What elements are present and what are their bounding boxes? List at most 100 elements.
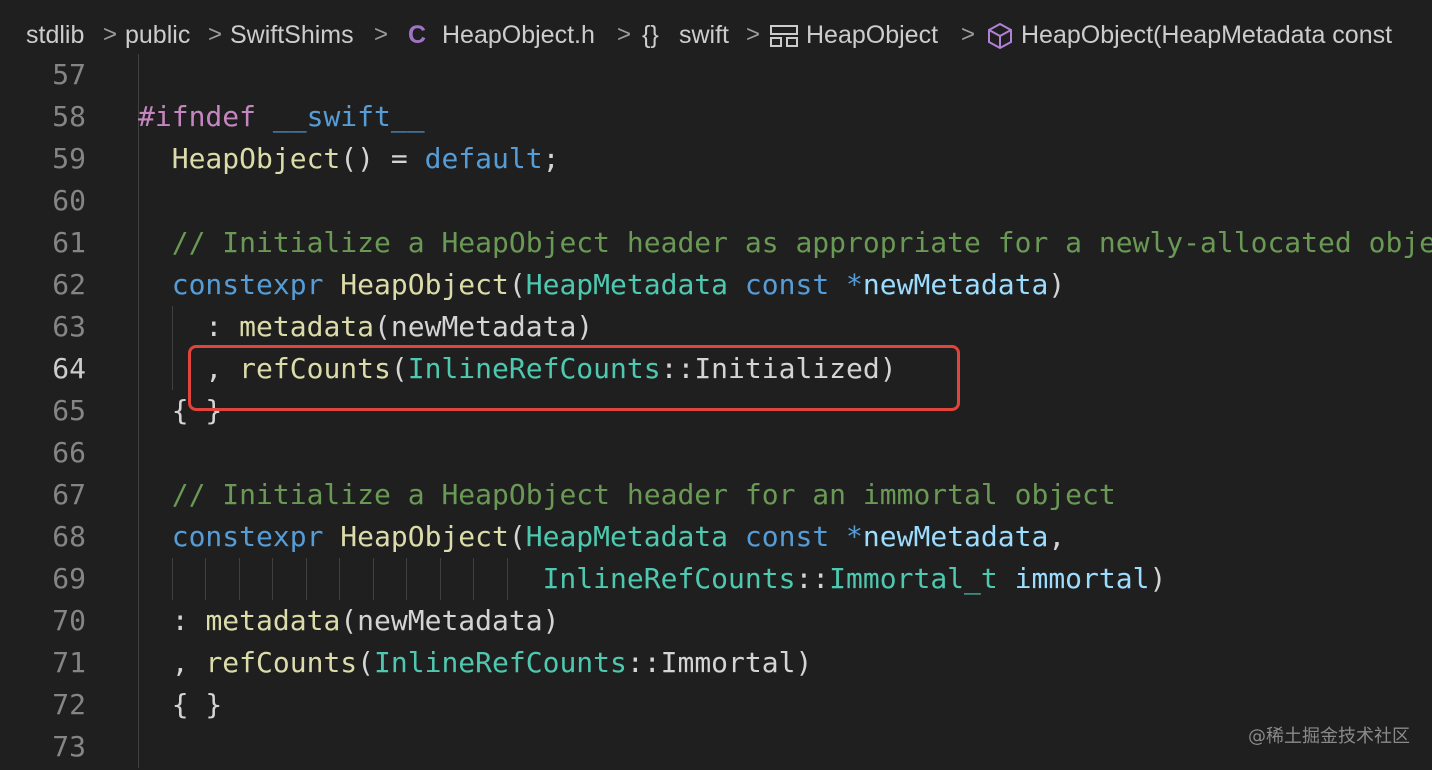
chevron-right-icon: >: [746, 21, 761, 48]
code-token: metadata: [205, 604, 341, 637]
line-number: 67: [52, 478, 86, 511]
line-number: 66: [52, 436, 86, 469]
code-token: newMetadata: [862, 520, 1049, 553]
chevron-right-icon: >: [961, 21, 976, 48]
breadcrumb-item-swiftshims[interactable]: SwiftShims: [230, 20, 354, 50]
code-token: HeapObject: [340, 520, 509, 553]
code-line[interactable]: 70 : metadata(newMetadata): [0, 600, 1432, 642]
code-text: , refCounts(InlineRefCounts::Immortal): [138, 642, 813, 684]
line-number: 72: [52, 688, 86, 721]
code-token: // Initialize a HeapObject header as app…: [171, 226, 1432, 259]
indent-guide: [138, 54, 139, 96]
code-token: const: [744, 268, 830, 301]
line-number: 68: [52, 520, 86, 553]
code-line[interactable]: 57: [0, 54, 1432, 96]
code-token: refCounts: [205, 646, 358, 679]
line-number: 63: [52, 310, 86, 343]
code-line[interactable]: 69 InlineRefCounts::Immortal_t immortal): [0, 558, 1432, 600]
code-token: newMetadata: [862, 268, 1049, 301]
code-text: // Initialize a HeapObject header as app…: [138, 222, 1432, 264]
line-number: 73: [52, 730, 86, 763]
code-line[interactable]: 62 constexpr HeapObject(HeapMetadata con…: [0, 264, 1432, 306]
chevron-right-icon: >: [208, 21, 223, 48]
watermark: @稀土掘金技术社区: [1248, 726, 1410, 747]
namespace-icon: {}: [642, 21, 659, 49]
code-token: immortal: [1014, 562, 1150, 595]
code-token: ::Immortal): [626, 646, 813, 679]
code-token: constexpr: [171, 268, 324, 301]
code-token: *: [846, 268, 863, 301]
line-number: 59: [52, 142, 86, 175]
code-line[interactable]: 73: [0, 726, 1432, 768]
code-line[interactable]: 72 { }: [0, 684, 1432, 726]
breadcrumb-item-swift[interactable]: swift: [679, 20, 729, 50]
code-token: InlineRefCounts: [542, 562, 796, 595]
code-text: // Initialize a HeapObject header for an…: [138, 474, 1116, 516]
code-token: () =: [340, 142, 425, 175]
code-token: ): [1149, 562, 1167, 595]
code-line[interactable]: 67 // Initialize a HeapObject header for…: [0, 474, 1432, 516]
code-token: ,: [138, 646, 206, 679]
code-token: metadata: [239, 310, 375, 343]
code-token: InlineRefCounts: [374, 646, 627, 679]
code-token: ;: [542, 142, 560, 175]
struct-icon: [770, 24, 798, 55]
code-token: const: [744, 520, 830, 553]
indent-guide: [138, 726, 139, 768]
code-token: :: [138, 310, 240, 343]
line-number: 64: [52, 352, 86, 385]
code-line[interactable]: 59 HeapObject() = default;: [0, 138, 1432, 180]
line-number: 70: [52, 604, 86, 637]
code-token: ::: [795, 562, 830, 595]
code-token: (newMetadata): [374, 310, 594, 343]
code-text: : metadata(newMetadata): [138, 306, 593, 348]
line-number: 71: [52, 646, 86, 679]
code-token: *: [846, 520, 863, 553]
code-text: constexpr HeapObject(HeapMetadata const …: [138, 264, 1065, 306]
code-text: InlineRefCounts::Immortal_t immortal): [138, 558, 1167, 600]
code-text: #ifndef __swift__: [138, 96, 425, 138]
code-token: constexpr: [171, 520, 324, 553]
chevron-right-icon: >: [374, 21, 389, 48]
code-line[interactable]: 60: [0, 180, 1432, 222]
code-line[interactable]: 58 #ifndef __swift__: [0, 96, 1432, 138]
breadcrumb-item-heapobject-h[interactable]: HeapObject.h: [442, 20, 595, 50]
code-text: { }: [138, 684, 223, 726]
code-token: default: [424, 142, 543, 175]
code-token: (: [357, 646, 375, 679]
breadcrumb-item-heapobject[interactable]: HeapObject: [806, 20, 938, 50]
code-token: HeapObject: [340, 268, 509, 301]
line-number: 69: [52, 562, 86, 595]
line-number: 65: [52, 394, 86, 427]
code-token: HeapMetadata: [525, 520, 729, 553]
indent-guide: [138, 180, 139, 222]
chevron-right-icon: >: [103, 21, 118, 48]
code-token: ): [1048, 268, 1066, 301]
code-editor[interactable]: 57 58 #ifndef __swift__ 59 HeapObject() = d…: [0, 54, 1432, 770]
code-token: :: [138, 604, 206, 637]
breadcrumb-item-public[interactable]: public: [125, 20, 190, 50]
code-token: HeapMetadata: [525, 268, 729, 301]
code-text: constexpr HeapObject(HeapMetadata const …: [138, 516, 1065, 558]
breadcrumb-item-stdlib[interactable]: stdlib: [26, 20, 84, 50]
code-line[interactable]: 63 : metadata(newMetadata): [0, 306, 1432, 348]
code-line[interactable]: 71 , refCounts(InlineRefCounts::Immortal…: [0, 642, 1432, 684]
code-token: HeapObject: [171, 142, 341, 175]
line-number: 60: [52, 184, 86, 217]
breadcrumb-item-constructor[interactable]: HeapObject(HeapMetadata const: [1021, 20, 1392, 50]
code-text: HeapObject() = default;: [138, 138, 560, 180]
code-line[interactable]: 68 constexpr HeapObject(HeapMetadata con…: [0, 516, 1432, 558]
code-line[interactable]: 61 // Initialize a HeapObject header as …: [0, 222, 1432, 264]
line-number: 61: [52, 226, 86, 259]
code-line[interactable]: 66: [0, 432, 1432, 474]
